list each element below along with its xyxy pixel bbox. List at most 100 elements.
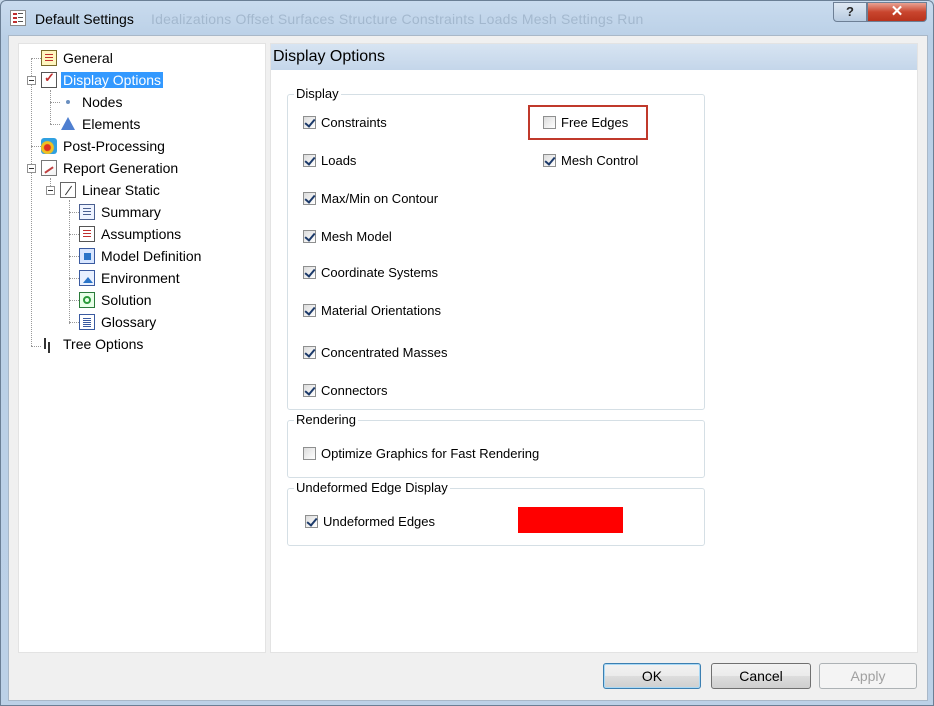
tree-connector-line — [69, 322, 79, 323]
display-options-icon — [41, 70, 57, 88]
environment-icon — [79, 270, 95, 286]
tree-connector-line — [69, 200, 70, 324]
mesh-control-checkbox[interactable]: Mesh Control — [543, 153, 638, 168]
assumptions-icon — [79, 226, 95, 242]
default-settings-dialog: Default Settings Idealizations Offset Su… — [0, 0, 934, 706]
loads-checkbox[interactable]: Loads — [303, 153, 356, 168]
undeformed-edge-color-swatch[interactable] — [518, 507, 623, 533]
checkbox-box[interactable] — [303, 192, 316, 205]
tree-connector-line — [50, 90, 51, 124]
connectors-checkbox[interactable]: Connectors — [303, 383, 387, 398]
checkbox-box[interactable] — [303, 304, 316, 317]
collapse-report-generation-icon[interactable] — [27, 164, 36, 173]
tree-item-label: Solution — [101, 292, 152, 308]
elements-icon — [60, 116, 76, 132]
rendering-group: Rendering Optimize Graphics for Fast Ren… — [287, 412, 705, 478]
undeformed-edges-checkbox[interactable]: Undeformed Edges — [305, 514, 435, 529]
tree-item-general[interactable]: General — [41, 48, 115, 68]
checkbox-box[interactable] — [303, 116, 316, 129]
tree-item-post-processing[interactable]: Post-Processing — [41, 136, 167, 156]
tree-item-solution[interactable]: Solution — [79, 290, 154, 310]
tree-item-summary[interactable]: Summary — [79, 202, 163, 222]
tree-item-label: Nodes — [82, 94, 123, 110]
tree-connector-line — [31, 346, 41, 347]
cancel-button[interactable]: Cancel — [711, 663, 811, 689]
post-processing-icon — [41, 138, 57, 154]
collapse-display-options-icon[interactable] — [27, 76, 36, 85]
tree-item-display-options[interactable]: Display Options — [41, 70, 164, 90]
panel-header: Display Options — [271, 44, 917, 70]
constraints-checkbox[interactable]: Constraints — [303, 115, 387, 130]
checkbox-label: Undeformed Edges — [323, 514, 436, 529]
title-bar[interactable]: Default Settings Idealizations Offset Su… — [1, 1, 933, 35]
tree-item-nodes[interactable]: Nodes — [60, 92, 124, 112]
checkbox-box[interactable] — [305, 515, 318, 528]
checkbox-box[interactable] — [303, 154, 316, 167]
tree-item-label: Environment — [101, 270, 180, 286]
checkbox-box[interactable] — [303, 346, 316, 359]
help-button[interactable]: ? — [833, 2, 867, 22]
tree-item-linear-static[interactable]: Linear Static — [60, 180, 162, 200]
display-options-panel: Display Options Display Constraints Load… — [270, 43, 918, 653]
tree-item-label: Linear Static — [82, 182, 160, 198]
solution-icon — [79, 292, 95, 308]
max-min-on-contour-checkbox[interactable]: Max/Min on Contour — [303, 191, 438, 206]
tree-connector-line — [69, 212, 79, 213]
tree-connector-line — [69, 278, 79, 279]
tree-item-assumptions[interactable]: Assumptions — [79, 224, 183, 244]
background-window-text: Idealizations Offset Surfaces Structure … — [151, 11, 644, 27]
collapse-linear-static-icon[interactable] — [46, 186, 55, 195]
tree-item-label: Display Options — [61, 72, 164, 88]
tree-connector-line — [31, 146, 41, 147]
checkbox-box[interactable] — [543, 116, 556, 129]
checkbox-label: Free Edges — [561, 115, 629, 130]
close-button[interactable]: ✕ — [867, 2, 927, 22]
tree-item-environment[interactable]: Environment — [79, 268, 182, 288]
tree-item-label: Assumptions — [101, 226, 182, 242]
coordinate-systems-checkbox[interactable]: Coordinate Systems — [303, 265, 438, 280]
tree-item-elements[interactable]: Elements — [60, 114, 142, 134]
checkbox-label: Loads — [321, 153, 357, 168]
tree-item-glossary[interactable]: Glossary — [79, 312, 158, 332]
tree-item-report-generation[interactable]: Report Generation — [41, 158, 180, 178]
checkbox-label: Concentrated Masses — [321, 345, 448, 360]
checkbox-label: Max/Min on Contour — [321, 191, 439, 206]
checkbox-label: Coordinate Systems — [321, 265, 439, 280]
model-definition-icon — [79, 248, 95, 264]
free-edges-checkbox[interactable]: Free Edges — [543, 115, 628, 130]
tree-connector-line — [69, 234, 79, 235]
display-group: Display Constraints Loads Max/Min on Con… — [287, 86, 705, 410]
nodes-icon — [60, 94, 76, 110]
undeformed-edge-display-group: Undeformed Edge Display Undeformed Edges — [287, 480, 705, 546]
tree-item-label: Report Generation — [63, 160, 179, 176]
mesh-model-checkbox[interactable]: Mesh Model — [303, 229, 392, 244]
window-title: Default Settings — [35, 11, 134, 27]
tree-connector-line — [50, 124, 60, 125]
checkbox-label: Constraints — [321, 115, 387, 130]
rendering-group-title: Rendering — [294, 412, 358, 427]
tree-connector-line — [50, 102, 60, 103]
checkbox-box[interactable] — [303, 266, 316, 279]
ok-button[interactable]: OK — [603, 663, 701, 689]
optimize-graphics-checkbox[interactable]: Optimize Graphics for Fast Rendering — [303, 446, 539, 461]
tree-item-label: Elements — [82, 116, 141, 132]
concentrated-masses-checkbox[interactable]: Concentrated Masses — [303, 345, 447, 360]
material-orientations-checkbox[interactable]: Material Orientations — [303, 303, 441, 318]
general-icon — [41, 50, 57, 66]
report-generation-icon — [41, 160, 57, 176]
checkbox-box[interactable] — [303, 447, 316, 460]
display-group-title: Display — [294, 86, 341, 101]
apply-button[interactable]: Apply — [819, 663, 917, 689]
tree-item-tree-options[interactable]: Tree Options — [41, 334, 145, 354]
checkbox-label: Optimize Graphics for Fast Rendering — [321, 446, 540, 461]
checkbox-box[interactable] — [303, 384, 316, 397]
tree-item-label: Post-Processing — [63, 138, 165, 154]
checkbox-label: Mesh Model — [321, 229, 392, 244]
tree-connector-line — [69, 300, 79, 301]
checkbox-box[interactable] — [303, 230, 316, 243]
tree-connector-line — [31, 58, 41, 59]
checkbox-box[interactable] — [543, 154, 556, 167]
tree-connector-line — [69, 256, 79, 257]
settings-tree[interactable]: General Display Options Nodes Elements P… — [18, 43, 266, 653]
tree-item-model-definition[interactable]: Model Definition — [79, 246, 203, 266]
